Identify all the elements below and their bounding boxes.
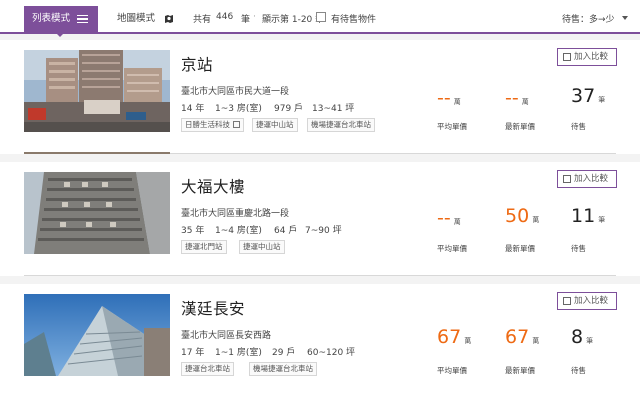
total-suffix: 筆 (241, 15, 251, 25)
developer-tag-label: 日勝生活科技 (185, 120, 230, 129)
building-name[interactable]: 大福大樓 (181, 175, 245, 197)
total-count: 446 (216, 12, 234, 22)
latest-price-value: -- (505, 87, 519, 109)
for-sale-count[interactable]: 37 筆 (571, 85, 605, 107)
card-divider (24, 275, 616, 276)
for-sale-unit: 筆 (598, 96, 606, 104)
building-households: 29 戶 (272, 348, 296, 358)
building-name[interactable]: 漢廷長安 (181, 297, 245, 319)
for-sale-label: 待售 (571, 366, 586, 375)
count-separator: ‧ (253, 12, 256, 22)
mrt-tag: 機場捷運台北車站 (307, 118, 375, 132)
for-sale-value: 37 (571, 85, 596, 107)
building-area: 13~41 坪 (312, 104, 355, 114)
latest-price-label: 最新單價 (505, 244, 535, 253)
avg-price-unit: 萬 (453, 98, 461, 106)
avg-price-unit: 萬 (464, 337, 472, 345)
listing-card[interactable]: 大福大樓 臺北市大同區重慶北路一段 35 年 1~4 房(室) 64 戶 7~9… (0, 162, 640, 276)
avg-price: 67 萬 (437, 326, 471, 348)
view-toolbar: 列表模式 地圖模式 共有 446 筆 ‧ 顯示第 1-20 筆 有待售物件 待售… (0, 0, 640, 37)
for-sale-checkbox[interactable] (316, 12, 326, 22)
for-sale-count[interactable]: 11 筆 (571, 205, 605, 227)
latest-price: 50 萬 (505, 205, 539, 227)
add-to-compare-label: 加入比較 (574, 296, 609, 306)
building-age: 14 年 (181, 104, 205, 114)
mrt-tag: 機場捷運台北車站 (249, 362, 317, 376)
latest-price: 67 萬 (505, 326, 539, 348)
add-to-compare-label: 加入比較 (574, 174, 609, 184)
range-text: 顯示第 1-20 筆 (262, 15, 325, 25)
building-households: 64 戶 (274, 226, 298, 236)
for-sale-unit: 筆 (598, 216, 606, 224)
latest-price: -- 萬 (505, 87, 529, 109)
avg-price: -- 萬 (437, 87, 461, 109)
external-link-icon (233, 121, 240, 128)
add-to-compare-button[interactable]: 加入比較 (557, 170, 617, 188)
latest-price-unit: 萬 (532, 337, 540, 345)
developer-tag[interactable]: 日勝生活科技 (181, 118, 244, 132)
mrt-tag: 捷運台北車站 (181, 362, 234, 376)
add-to-compare-label: 加入比較 (574, 52, 609, 62)
latest-price-value: 50 (505, 205, 530, 227)
chevron-down-icon[interactable] (622, 16, 628, 20)
building-age: 35 年 (181, 226, 205, 236)
for-sale-value: 8 (571, 326, 584, 348)
listing-card[interactable]: 漢廷長安 臺北市大同區長安西路 17 年 1~1 房(室) 29 戶 60~12… (0, 284, 640, 401)
avg-price-value: -- (437, 87, 451, 109)
building-address: 臺北市大同區市民大道一段 (181, 87, 290, 97)
avg-price-label: 平均單價 (437, 122, 467, 131)
building-photo[interactable] (24, 172, 170, 254)
latest-price-value: 67 (505, 326, 530, 348)
building-rooms: 1~4 房(室) (215, 226, 262, 236)
mrt-tag: 捷運中山站 (239, 240, 285, 254)
total-prefix: 共有 (193, 15, 212, 25)
for-sale-value: 11 (571, 205, 596, 227)
building-age: 17 年 (181, 348, 205, 358)
avg-price: -- 萬 (437, 207, 461, 229)
tab-map-mode[interactable]: 地圖模式 (103, 6, 185, 32)
building-photo[interactable] (24, 294, 170, 376)
checkbox-icon (563, 53, 571, 61)
building-area: 60~120 坪 (307, 348, 356, 358)
mrt-tag: 捷運北門站 (181, 240, 227, 254)
latest-price-label: 最新單價 (505, 122, 535, 131)
checkbox-icon (563, 297, 571, 305)
avg-price-value: 67 (437, 326, 462, 348)
latest-price-unit: 萬 (521, 98, 529, 106)
building-rooms: 1~3 房(室) (215, 104, 262, 114)
avg-price-label: 平均單價 (437, 366, 467, 375)
building-households: 979 戶 (274, 104, 304, 114)
mrt-tag: 捷運中山站 (252, 118, 298, 132)
building-rooms: 1~1 房(室) (215, 348, 262, 358)
avg-price-unit: 萬 (453, 218, 461, 226)
for-sale-filter-label[interactable]: 有待售物件 (331, 12, 376, 25)
sort-dropdown[interactable]: 待售：多→少 (562, 12, 615, 25)
add-to-compare-button[interactable]: 加入比較 (557, 292, 617, 310)
tab-list-mode[interactable]: 列表模式 (24, 6, 98, 37)
latest-price-unit: 萬 (532, 216, 540, 224)
building-address: 臺北市大同區長安西路 (181, 331, 272, 341)
for-sale-count[interactable]: 8筆 (571, 326, 593, 348)
map-pin-icon (165, 15, 173, 23)
toolbar-divider (0, 32, 640, 34)
for-sale-label: 待售 (571, 244, 586, 253)
building-name[interactable]: 京站 (181, 53, 213, 75)
card-accent (24, 152, 170, 154)
for-sale-unit: 筆 (586, 337, 594, 345)
add-to-compare-button[interactable]: 加入比較 (557, 48, 617, 66)
listing-card[interactable]: 京站 臺北市大同區市民大道一段 14 年 1~3 房(室) 979 戶 13~4… (0, 40, 640, 154)
tab-list-mode-label: 列表模式 (32, 13, 71, 24)
latest-price-label: 最新單價 (505, 366, 535, 375)
avg-price-value: -- (437, 207, 451, 229)
building-address: 臺北市大同區重慶北路一段 (181, 209, 290, 219)
list-menu-icon (77, 15, 88, 23)
building-area: 7~90 坪 (305, 226, 342, 236)
for-sale-label: 待售 (571, 122, 586, 131)
tab-map-mode-label: 地圖模式 (117, 13, 156, 24)
checkbox-icon (563, 175, 571, 183)
avg-price-label: 平均單價 (437, 244, 467, 253)
building-photo[interactable] (24, 50, 170, 132)
